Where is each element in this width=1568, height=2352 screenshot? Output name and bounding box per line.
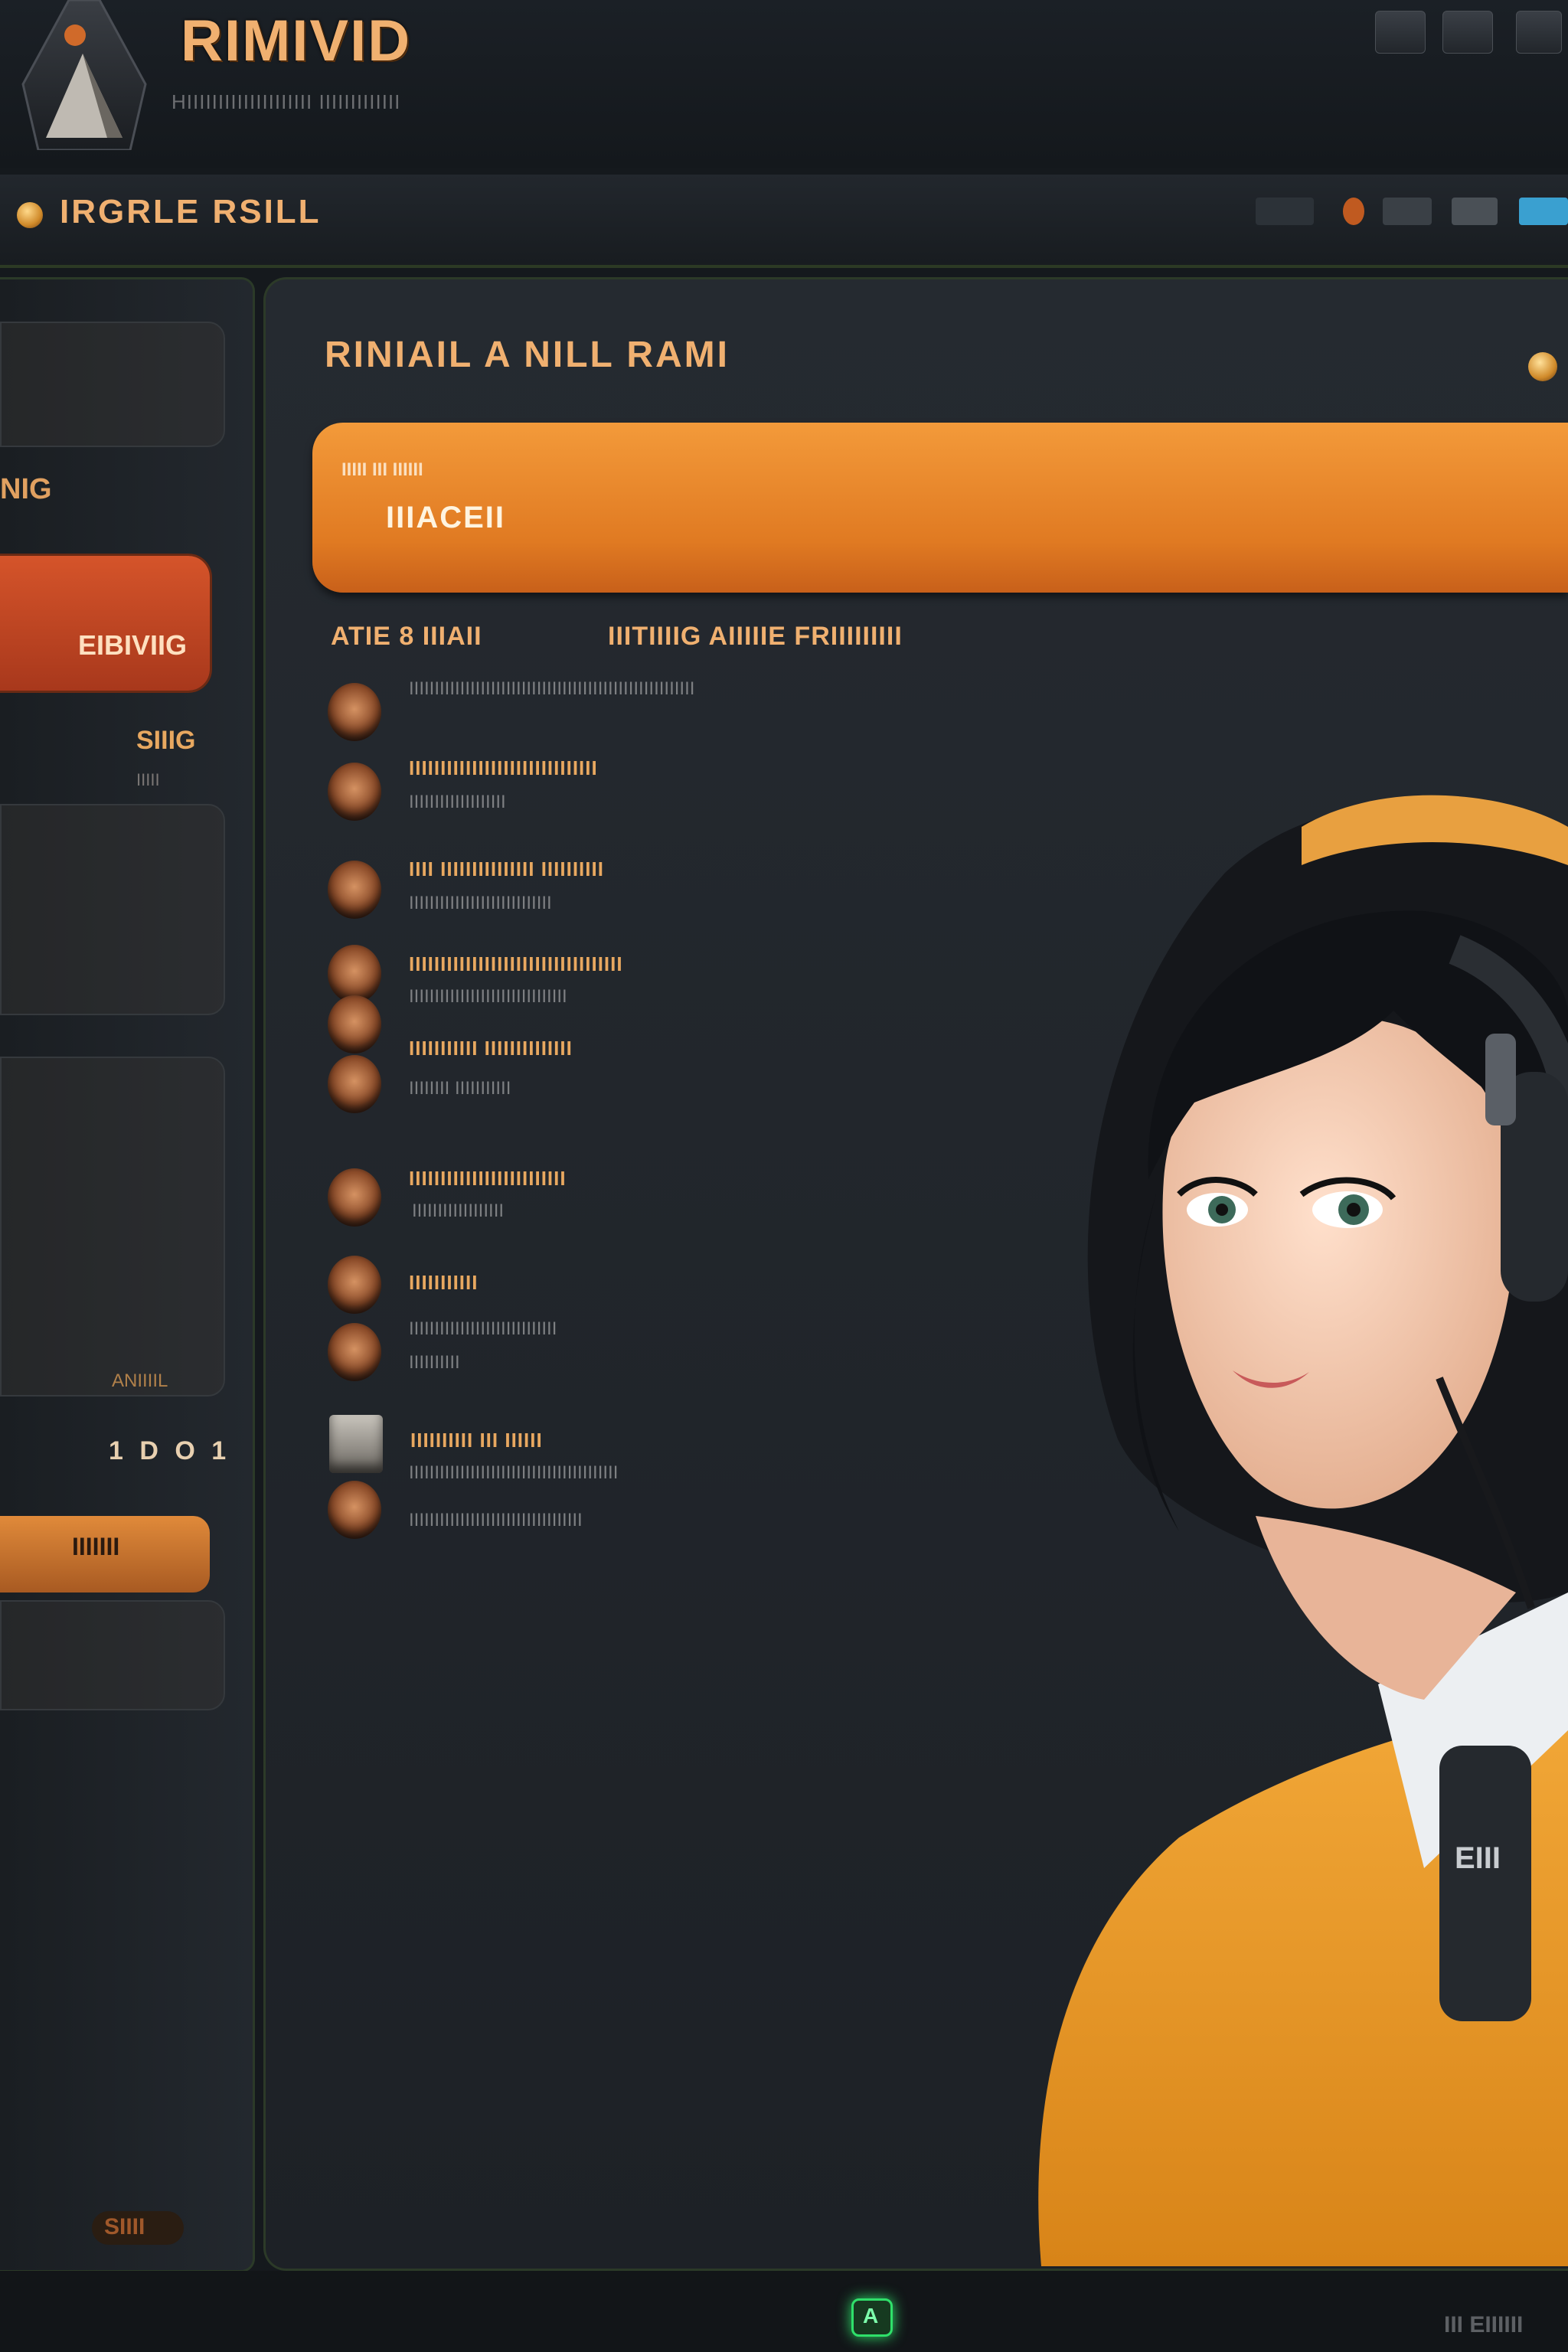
list-item-title[interactable]: IIIIIIIIIII IIIIIIIIIIIIII (409, 1037, 573, 1060)
bottom-right-label: III EIIIIII (1444, 2312, 1524, 2337)
avatar[interactable] (328, 1256, 381, 1314)
avatar[interactable] (328, 683, 381, 741)
left-card[interactable] (0, 804, 225, 1015)
list-item-subtitle: IIIIIIIIIIIIIIIIIIIIIIIIIIIII (409, 1318, 557, 1339)
avatar[interactable] (329, 1415, 383, 1473)
app-subtitle: HIIIIIIIIIIIIIIIIIIII IIIIIIIIIIIII (172, 90, 401, 113)
list-item-title[interactable]: IIIIIIIIIIIIIIIIIIIIIIIIIIIIIIIIII (409, 952, 623, 976)
left-panel-label: NIG (0, 473, 52, 505)
emblem-icon[interactable] (15, 0, 150, 150)
nav-control[interactable] (1383, 198, 1432, 225)
jacket-badge-text: EIII (1455, 1841, 1501, 1875)
window-icon[interactable] (1375, 11, 1426, 54)
status-indicator-label: A (863, 2304, 879, 2328)
nav-control[interactable] (1452, 198, 1498, 225)
app-title: RIMIVID (181, 8, 412, 74)
left-badge[interactable]: SIIII (92, 2211, 184, 2245)
nav-title: IRGRLE RSILL (60, 193, 322, 230)
avatar[interactable] (328, 1323, 381, 1381)
list-item-title[interactable]: IIIIIIIIIII (409, 1271, 478, 1295)
status-dot-icon (1528, 352, 1557, 381)
main-title: RINIAIL A NILL RAMI (325, 335, 730, 375)
list-item-title[interactable]: IIIIIIIIIIIIIIIIIIIIIIIII (409, 1167, 567, 1191)
column-header: ATIE 8 IIIAII (331, 622, 482, 651)
list-item-subtitle: IIIIIIIIIIIIIIIIIIIIIIIIIIIIIII (409, 986, 567, 1007)
left-panel-section-sublabel: IIIII (136, 770, 160, 789)
avatar[interactable] (328, 1481, 381, 1539)
primary-action-label: EIBIVIIG (77, 629, 187, 661)
banner-title: IIIACEII (386, 501, 506, 534)
avatar[interactable] (328, 763, 381, 821)
banner-kicker: IIIII III IIIIII (341, 459, 423, 480)
bottom-bar (0, 2271, 1568, 2352)
avatar[interactable] (328, 1168, 381, 1227)
list-item-title[interactable]: IIII IIIIIIIIIIIIIII IIIIIIIIII (409, 858, 604, 881)
nav-status-dot-icon[interactable] (1343, 198, 1364, 225)
list-item-title[interactable]: IIIIIIIIII III IIIIII (410, 1429, 543, 1452)
window-icon[interactable] (1442, 11, 1493, 54)
avatar[interactable] (328, 995, 381, 1054)
list-item-subtitle: IIIIIIIIIIIIIIIIII (412, 1200, 505, 1221)
left-panel-section-label: SIIIG (136, 726, 196, 755)
character-illustration: EIII (1038, 795, 1568, 2266)
left-card (0, 322, 225, 447)
left-badge-label: SIIII (104, 2214, 145, 2239)
list-item-subtitle: IIIIIIIIIIIIIIIIIIIIIIIIIIIIIIIIIIIIIIII… (409, 678, 695, 699)
nav-control-active[interactable] (1519, 198, 1568, 225)
window-icon[interactable] (1516, 11, 1562, 54)
status-dot-icon (17, 202, 43, 228)
avatar[interactable] (328, 861, 381, 919)
list-item-subtitle: IIIIIIIIIIIIIIIIIIIIIIIIIIIIIIIIII (409, 1510, 583, 1530)
list-item-subtitle: IIIIIIII IIIIIIIIIII (409, 1078, 511, 1099)
secondary-action-label: IIIIIII (72, 1533, 120, 1560)
column-header: IIITIIIIG AIIIIIE FRIIIIIIIII (608, 622, 903, 651)
left-card[interactable] (0, 1057, 225, 1396)
left-card[interactable] (0, 1600, 225, 1710)
list-item-title[interactable]: IIIIIIIIIIIIIIIIIIIIIIIIIIIIII (409, 756, 598, 780)
list-item-subtitle: IIIIIIIIIIIIIIIIIIIIIIIIIIII (409, 893, 552, 913)
status-indicator-icon[interactable]: A (851, 2298, 893, 2337)
avatar[interactable] (328, 945, 381, 1003)
nav-control[interactable] (1256, 198, 1314, 225)
list-item-subtitle: IIIIIIIIIIIIIIIIIIIIIIIIIIIIIIIIIIIIIIII… (409, 1462, 619, 1483)
primary-action-button[interactable]: EIBIVIIG (0, 556, 210, 691)
list-item-subtitle: IIIIIIIIII (409, 1352, 460, 1373)
secondary-action-button[interactable]: IIIIIII (0, 1516, 210, 1592)
list-item-subtitle: IIIIIIIIIIIIIIIIIII (409, 792, 506, 812)
left-counter: 1 D O 1 (109, 1436, 231, 1465)
avatar[interactable] (328, 1055, 381, 1113)
left-card-label: ANIIIIL (112, 1370, 168, 1391)
